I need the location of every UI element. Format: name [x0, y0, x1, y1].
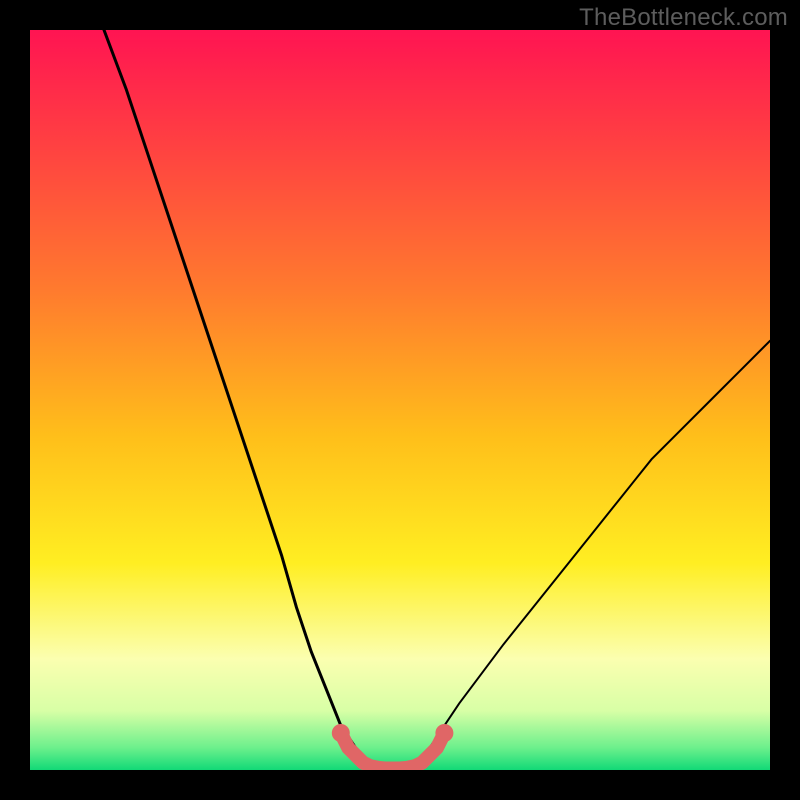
outer-frame: TheBottleneck.com — [0, 0, 800, 800]
gradient-background — [30, 30, 770, 770]
highlight-dot — [435, 724, 453, 742]
highlight-dot — [332, 724, 350, 742]
chart-plot-area — [30, 30, 770, 770]
watermark-text: TheBottleneck.com — [579, 4, 788, 32]
chart-svg — [30, 30, 770, 770]
